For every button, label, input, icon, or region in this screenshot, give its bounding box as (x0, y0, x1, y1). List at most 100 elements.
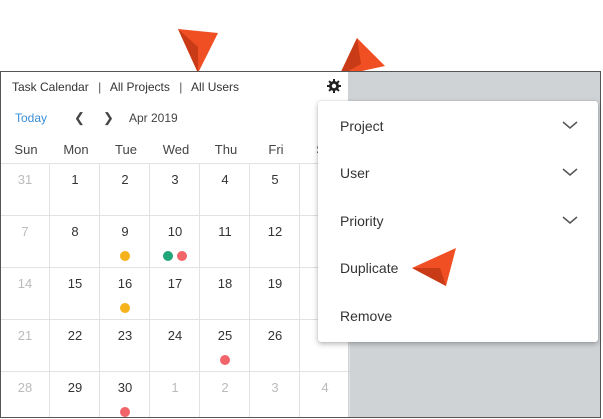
day-number: 9 (121, 224, 129, 239)
day-number: 7 (21, 224, 29, 239)
chevron-down-icon (562, 216, 578, 224)
task-dots (151, 249, 199, 264)
menu-item-remove[interactable]: Remove (318, 292, 598, 339)
menu-item-label: Priority (340, 213, 384, 229)
day-cell[interactable]: 8 (51, 216, 100, 267)
day-number: 18 (217, 276, 233, 291)
week-row: 28 29 30 1 2 3 4 (1, 372, 350, 417)
day-cell[interactable]: 1 (51, 164, 100, 215)
gear-icon[interactable] (326, 78, 342, 94)
task-dots (101, 405, 149, 417)
day-number: 14 (17, 276, 33, 291)
day-cell[interactable]: 25 (201, 320, 250, 371)
settings-menu: Project User Priority Duplicate Remove (318, 101, 598, 342)
menu-item-label: Duplicate (340, 260, 399, 276)
weekday-header: Sun Mon Tue Wed Thu Fri Sat (1, 136, 348, 164)
task-dot-red[interactable] (120, 407, 130, 417)
callout-arrow-duplicate (412, 248, 456, 286)
day-cell[interactable]: 21 (1, 320, 50, 371)
day-cell[interactable]: 15 (51, 268, 100, 319)
day-number: 16 (117, 276, 133, 291)
day-number: 8 (71, 224, 79, 239)
weekday-label: Thu (214, 142, 238, 157)
day-number: 10 (167, 224, 183, 239)
today-button[interactable]: Today (15, 111, 47, 125)
day-cell[interactable]: 30 (101, 372, 150, 417)
day-number: 2 (221, 380, 229, 395)
day-cell[interactable]: 4 (301, 372, 350, 417)
callout-arrow-users (178, 29, 218, 73)
menu-item-label: Project (340, 118, 384, 134)
week-row: 21 22 23 24 25 26 27 (1, 320, 350, 372)
day-cell[interactable]: 3 (151, 164, 200, 215)
day-number: 24 (167, 328, 183, 343)
day-number: 4 (221, 172, 229, 187)
day-number: 2 (121, 172, 129, 187)
day-number: 4 (321, 380, 329, 395)
day-cell[interactable]: 31 (1, 164, 50, 215)
day-number: 1 (171, 380, 179, 395)
day-cell[interactable]: 23 (101, 320, 150, 371)
calendar-header: Task Calendar | All Projects | All Users (12, 80, 239, 94)
current-month-label: Apr 2019 (129, 111, 178, 125)
next-month-button[interactable]: ❯ (103, 110, 114, 126)
day-cell[interactable]: 3 (251, 372, 300, 417)
day-cell[interactable]: 4 (201, 164, 250, 215)
menu-item-label: Remove (340, 308, 393, 324)
day-cell[interactable]: 10 (151, 216, 200, 267)
day-cell[interactable]: 29 (51, 372, 100, 417)
day-number: 26 (267, 328, 283, 343)
day-cell[interactable]: 9 (101, 216, 150, 267)
menu-item-priority[interactable]: Priority (318, 197, 598, 244)
day-number: 25 (217, 328, 233, 343)
task-dots (101, 249, 149, 264)
day-cell[interactable]: 22 (51, 320, 100, 371)
menu-item-user[interactable]: User (318, 149, 598, 196)
day-cell[interactable]: 12 (251, 216, 300, 267)
day-cell[interactable]: 24 (151, 320, 200, 371)
day-number: 29 (67, 380, 83, 395)
day-number: 11 (218, 224, 232, 239)
calendar-nav: Today ❮ ❯ Apr 2019 (1, 110, 348, 130)
header-title: Task Calendar (12, 80, 89, 94)
day-cell[interactable]: 19 (251, 268, 300, 319)
weekday-label: Sun (14, 142, 38, 157)
day-number: 1 (71, 172, 79, 187)
task-dot-red[interactable] (177, 251, 187, 261)
weekday-label: Tue (115, 142, 137, 157)
day-cell[interactable]: 17 (151, 268, 200, 319)
week-row: 14 15 16 17 18 19 20 (1, 268, 350, 320)
task-dot-green[interactable] (163, 251, 173, 261)
chevron-down-icon (562, 168, 578, 176)
day-number: 31 (17, 172, 33, 187)
day-cell[interactable]: 11 (201, 216, 250, 267)
day-cell[interactable]: 1 (151, 372, 200, 417)
task-dot-yellow[interactable] (120, 251, 130, 261)
day-cell[interactable]: 2 (201, 372, 250, 417)
day-cell[interactable]: 14 (1, 268, 50, 319)
day-number: 19 (267, 276, 283, 291)
day-number: 28 (17, 380, 33, 395)
day-cell[interactable]: 5 (251, 164, 300, 215)
day-cell[interactable]: 18 (201, 268, 250, 319)
day-cell[interactable]: 2 (101, 164, 150, 215)
header-separator: | (179, 80, 183, 94)
day-cell[interactable]: 7 (1, 216, 50, 267)
projects-filter[interactable]: All Projects (110, 80, 170, 94)
menu-item-label: User (340, 165, 370, 181)
menu-item-project[interactable]: Project (318, 102, 598, 149)
day-number: 12 (267, 224, 283, 239)
day-cell[interactable]: 16 (101, 268, 150, 319)
prev-month-button[interactable]: ❮ (74, 110, 85, 126)
day-cell[interactable]: 26 (251, 320, 300, 371)
task-dot-yellow[interactable] (120, 303, 130, 313)
task-dot-red[interactable] (220, 355, 230, 365)
day-number: 15 (67, 276, 83, 291)
weekday-label: Mon (63, 142, 89, 157)
day-number: 21 (17, 328, 33, 343)
week-row: 31 1 2 3 4 5 6 (1, 164, 350, 216)
week-row: 7 8 9 10 11 12 13 (1, 216, 350, 268)
day-number: 22 (67, 328, 83, 343)
day-cell[interactable]: 28 (1, 372, 50, 417)
users-filter[interactable]: All Users (191, 80, 239, 94)
